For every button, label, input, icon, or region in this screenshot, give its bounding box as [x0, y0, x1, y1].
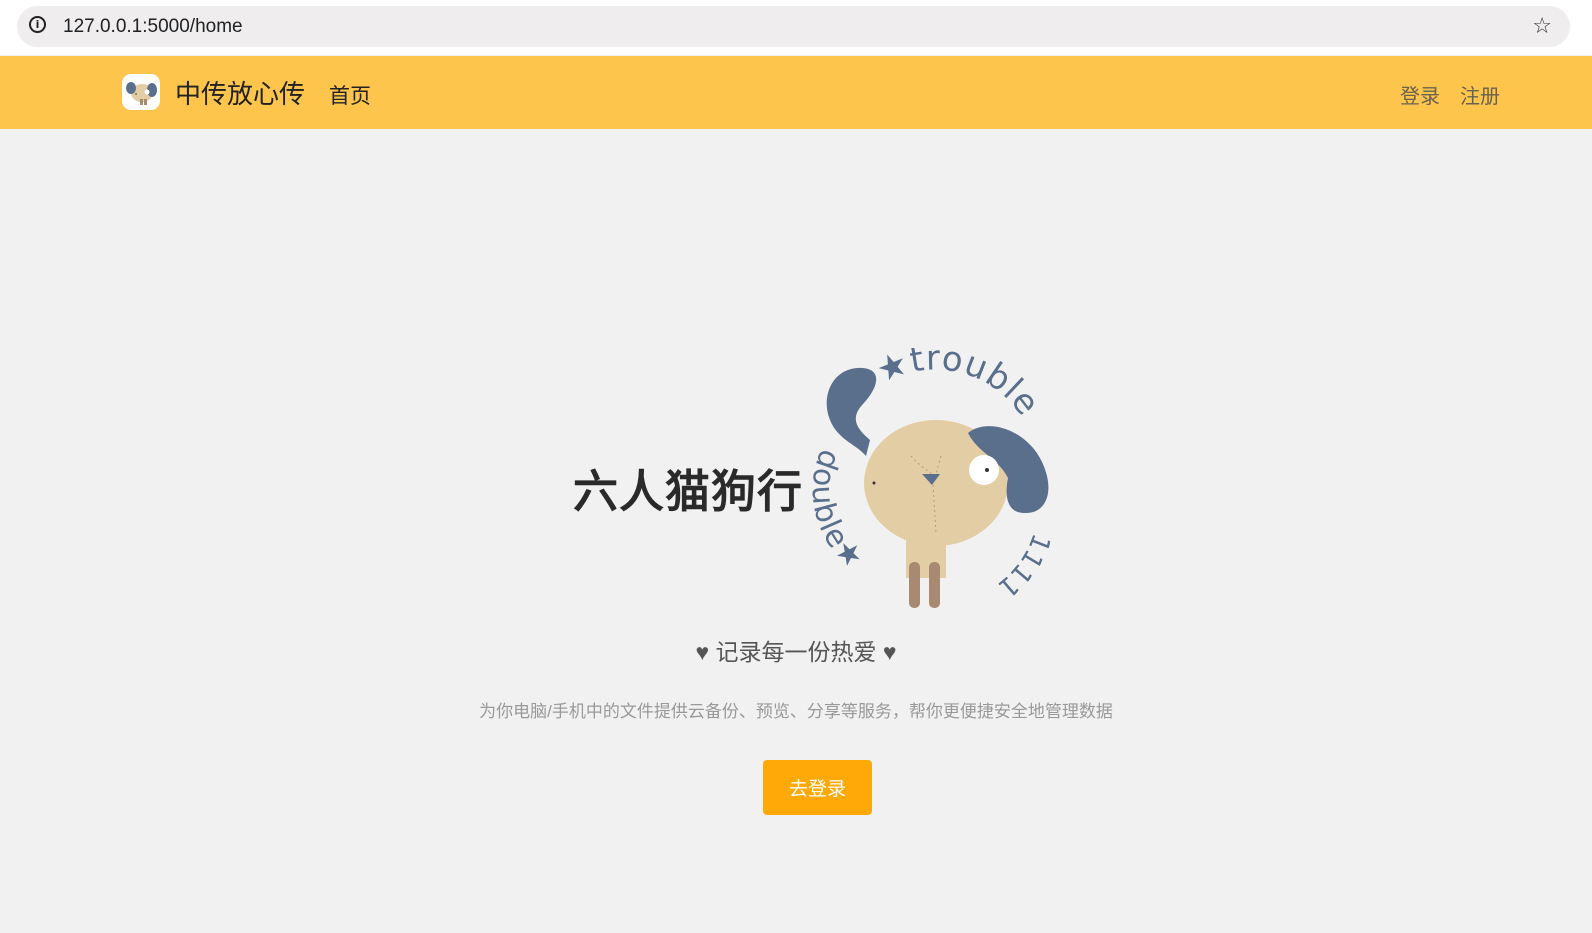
- svg-text:★trouble: ★trouble: [871, 348, 1048, 423]
- brand-name[interactable]: 中传放心传: [175, 74, 305, 111]
- hero-title: 六人猫狗行: [573, 466, 804, 517]
- logo-text-bottom: double★: [808, 445, 870, 577]
- logo-text-top: ★trouble: [871, 348, 1047, 423]
- svg-text:double★: double★: [808, 445, 871, 577]
- nav-home-link[interactable]: 首页: [329, 80, 371, 110]
- hero-tagline: ♥ 记录每一份热爱 ♥: [695, 639, 897, 665]
- nav-login-link[interactable]: 登录: [1400, 80, 1440, 109]
- bookmark-star-icon[interactable]: ☆: [1532, 13, 1552, 39]
- nav-register-link[interactable]: 注册: [1460, 80, 1500, 109]
- hero-description: 为你电脑/手机中的文件提供云备份、预览、分享等服务，帮你更便捷安全地管理数据: [479, 702, 1113, 721]
- go-login-button[interactable]: 去登录: [763, 760, 872, 815]
- svg-text:1111: 1111: [992, 530, 1056, 603]
- top-navbar: 中传放心传 首页 登录 注册: [0, 56, 1592, 129]
- browser-toolbar: i 127.0.0.1:5000/home ☆: [0, 0, 1592, 55]
- address-bar[interactable]: i 127.0.0.1:5000/home ☆: [17, 6, 1570, 47]
- site-info-icon[interactable]: i: [29, 16, 46, 33]
- logo-text-side: 1111: [992, 530, 1056, 603]
- url-text[interactable]: 127.0.0.1:5000/home: [63, 16, 243, 38]
- dog-logo-illustration: ★trouble double★ 1111: [808, 348, 1056, 608]
- brand-logo-icon[interactable]: [122, 74, 160, 110]
